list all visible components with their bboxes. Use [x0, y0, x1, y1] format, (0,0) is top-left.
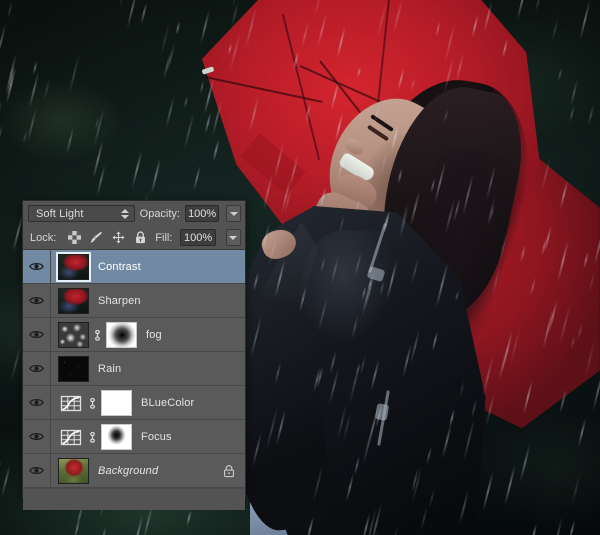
layer-mask-thumbnail[interactable] [101, 424, 132, 450]
layer-name-contrast[interactable]: Contrast [98, 261, 141, 273]
curves-adjustment-icon[interactable] [58, 424, 84, 450]
layer-thumbnails [51, 458, 89, 484]
eye-icon[interactable] [29, 295, 44, 306]
fill-input[interactable]: 100% [180, 229, 215, 246]
jacket-highlight [300, 230, 410, 380]
layer-thumbnail[interactable] [58, 322, 89, 348]
layer-name-bluecolor[interactable]: BLueColor [141, 397, 194, 409]
mask-link-icon[interactable] [92, 328, 103, 342]
layer-list: Contrast Sharpen [23, 250, 245, 488]
eye-icon[interactable] [29, 363, 44, 374]
lock-label: Lock: [30, 232, 56, 244]
eye-icon[interactable] [29, 329, 44, 340]
opacity-label: Opacity: [140, 208, 180, 220]
fill-label: Fill: [155, 232, 172, 244]
layer-name-focus[interactable]: Focus [141, 431, 172, 443]
layer-visibility-toggle[interactable] [23, 250, 51, 283]
layer-thumbnails [51, 356, 89, 382]
layer-name-background[interactable]: Background [98, 465, 158, 477]
eye-icon[interactable] [29, 431, 44, 442]
layer-row-background[interactable]: Background [23, 454, 245, 488]
blend-mode-select[interactable]: Soft Light [28, 205, 135, 222]
layer-thumbnail[interactable] [58, 458, 89, 484]
mask-link-icon[interactable] [87, 396, 98, 410]
opacity-value: 100% [188, 208, 216, 220]
photoshop-canvas: Soft Light Opacity: 100% Lock: [0, 0, 600, 535]
blend-mode-value: Soft Light [36, 208, 83, 220]
layer-name-fog[interactable]: fog [146, 329, 162, 341]
eye-icon[interactable] [29, 397, 44, 408]
layer-row-fog[interactable]: fog [23, 318, 245, 352]
layer-thumbnail[interactable] [58, 254, 89, 280]
layers-panel[interactable]: Soft Light Opacity: 100% Lock: [22, 200, 246, 498]
blend-mode-stepper-icon[interactable] [121, 209, 129, 219]
mask-link-icon[interactable] [87, 430, 98, 444]
layer-row-sharpen[interactable]: Sharpen [23, 284, 245, 318]
layer-row-contrast[interactable]: Contrast [23, 250, 245, 284]
layer-thumbnails [51, 390, 132, 416]
layer-name-rain[interactable]: Rain [98, 363, 121, 375]
layer-mask-thumbnail[interactable] [101, 390, 132, 416]
lock-row: Lock: [23, 226, 245, 250]
curves-adjustment-icon[interactable] [58, 390, 84, 416]
opacity-input[interactable]: 100% [185, 205, 219, 222]
layer-visibility-toggle[interactable] [23, 284, 51, 317]
blend-and-opacity-row: Soft Light Opacity: 100% [23, 201, 245, 226]
checkerboard-icon[interactable] [68, 231, 81, 244]
layer-visibility-toggle[interactable] [23, 318, 51, 351]
fill-value: 100% [184, 232, 212, 244]
layer-thumbnails [51, 254, 89, 280]
layer-visibility-toggle[interactable] [23, 386, 51, 419]
move-arrows-icon[interactable] [112, 231, 125, 244]
padlock-icon[interactable] [134, 231, 147, 244]
brush-icon[interactable] [90, 231, 103, 244]
layer-mask-thumbnail[interactable] [106, 322, 137, 348]
layer-visibility-toggle[interactable] [23, 454, 51, 487]
layer-locked-icon [223, 464, 235, 477]
layer-thumbnail[interactable] [58, 288, 89, 314]
layer-row-rain[interactable]: Rain [23, 352, 245, 386]
panel-footer [23, 488, 245, 510]
opacity-slider-arrow-icon[interactable] [226, 205, 241, 222]
layer-thumbnails [51, 322, 137, 348]
layer-thumbnails [51, 424, 132, 450]
layer-visibility-toggle[interactable] [23, 352, 51, 385]
eye-icon[interactable] [29, 261, 44, 272]
layer-row-focus[interactable]: Focus [23, 420, 245, 454]
layer-thumbnails [51, 288, 89, 314]
eye-icon[interactable] [29, 465, 44, 476]
lock-icon-group [68, 231, 147, 244]
fill-slider-arrow-icon[interactable] [226, 229, 241, 246]
layer-name-sharpen[interactable]: Sharpen [98, 295, 141, 307]
layer-visibility-toggle[interactable] [23, 420, 51, 453]
layer-row-bluecolor[interactable]: BLueColor [23, 386, 245, 420]
layer-thumbnail[interactable] [58, 356, 89, 382]
